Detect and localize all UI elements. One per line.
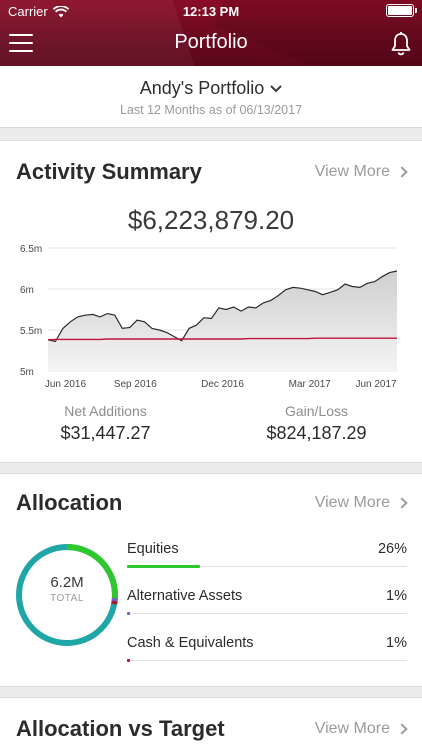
chart-area-fill <box>48 271 397 371</box>
allocation-name: Equities <box>127 541 179 557</box>
chart-x-tick-label: Dec 2016 <box>201 379 244 390</box>
allocation-name: Alternative Assets <box>127 588 243 604</box>
portfolio-total-value: $6,223,879.20 <box>127 205 295 235</box>
view-more-label: View More <box>314 720 390 737</box>
battery-icon <box>386 4 417 17</box>
gain-loss-value: $824,187.29 <box>266 423 367 443</box>
bell-icon[interactable] <box>389 31 413 57</box>
gain-loss: Gain/Loss $824,187.29 <box>211 403 422 444</box>
chevron-down-icon <box>270 84 282 92</box>
gain-loss-label: Gain/Loss <box>284 403 349 419</box>
view-more-label: View More <box>314 163 390 180</box>
chart-y-tick-label: 6m <box>20 285 34 296</box>
allocation-bar <box>127 565 200 568</box>
chart-y-tick-label: 6.5m <box>20 244 42 255</box>
allocation-row-cash[interactable]: Cash & Equivalents 1% <box>127 635 407 675</box>
portfolio-name: Andy's Portfolio <box>139 78 265 98</box>
allocation-bar <box>127 612 130 615</box>
donut-total-value: 6.2M <box>50 574 84 591</box>
donut-total-label: TOTAL <box>50 593 84 604</box>
allocation-donut-chart[interactable]: 6.2M TOTAL <box>14 542 120 648</box>
page-title: Portfolio <box>174 31 248 53</box>
activity-summary-title: Activity Summary <box>16 159 202 184</box>
nav-bar: Portfolio <box>0 22 422 66</box>
chart-y-tick-label: 5.5m <box>20 326 42 337</box>
allocation-vs-target-card: Allocation vs Target View More <box>0 697 422 750</box>
net-additions-value: $31,447.27 <box>60 423 151 443</box>
status-bar: Carrier 12:13 PM <box>0 0 422 22</box>
allocation-percent: 26% <box>377 541 407 557</box>
allocation-name: Cash & Equivalents <box>127 635 254 651</box>
allocation-vs-target-title: Allocation vs Target <box>16 716 225 741</box>
status-time: 12:13 PM <box>182 4 240 19</box>
chart-x-tick-label: Jun 2017 <box>355 379 397 390</box>
view-more-label: View More <box>314 494 390 511</box>
activity-chart: 6.5m 6m 5.5m 5m Jun 2016 Sep 2016 Dec 2016 Mar … <box>20 244 398 390</box>
allocation-row-equities[interactable]: Equities 26% <box>127 541 407 581</box>
allocation-percent: 1% <box>386 588 407 604</box>
activity-stats: Net Additions $31,447.27 Gain/Loss $824,… <box>0 403 422 444</box>
chart-x-tick-label: Mar 2017 <box>289 379 332 390</box>
portfolio-selector: Andy's Portfolio Last 12 Months as of 06… <box>0 66 422 128</box>
net-additions-label: Net Additions <box>64 403 147 419</box>
app-header: Carrier 12:13 PM Portfolio <box>0 0 422 66</box>
chevron-right-icon <box>396 166 408 178</box>
net-additions: Net Additions $31,447.27 <box>0 403 211 444</box>
chevron-right-icon <box>396 497 408 509</box>
donut-center: 6.2M TOTAL <box>14 574 120 604</box>
allocation-track <box>127 613 407 614</box>
allocation-percent: 1% <box>386 635 407 651</box>
activity-summary-card: Activity Summary View More $6,223,879.20… <box>0 140 422 463</box>
chart-x-tick-label: Sep 2016 <box>114 379 157 390</box>
allocation-title: Allocation <box>16 490 123 515</box>
allocation-row-alternative-assets[interactable]: Alternative Assets 1% <box>127 588 407 628</box>
allocation-track <box>127 660 407 661</box>
chevron-right-icon <box>396 723 408 735</box>
allocation-bar <box>127 659 130 662</box>
chart-x-tick-label: Jun 2016 <box>45 379 87 390</box>
portfolio-dropdown[interactable]: Andy's Portfolio <box>140 78 283 99</box>
allocation-view-more-link[interactable]: View More <box>314 494 408 512</box>
portfolio-date-range: Last 12 Months as of 06/13/2017 <box>119 103 303 117</box>
allocation-card: Allocation View More 6.2M TOTAL Equities… <box>0 473 422 687</box>
chart-y-tick-label: 5m <box>20 367 34 378</box>
activity-view-more-link[interactable]: View More <box>314 163 408 181</box>
allocation-vs-target-view-more-link[interactable]: View More <box>314 720 408 738</box>
